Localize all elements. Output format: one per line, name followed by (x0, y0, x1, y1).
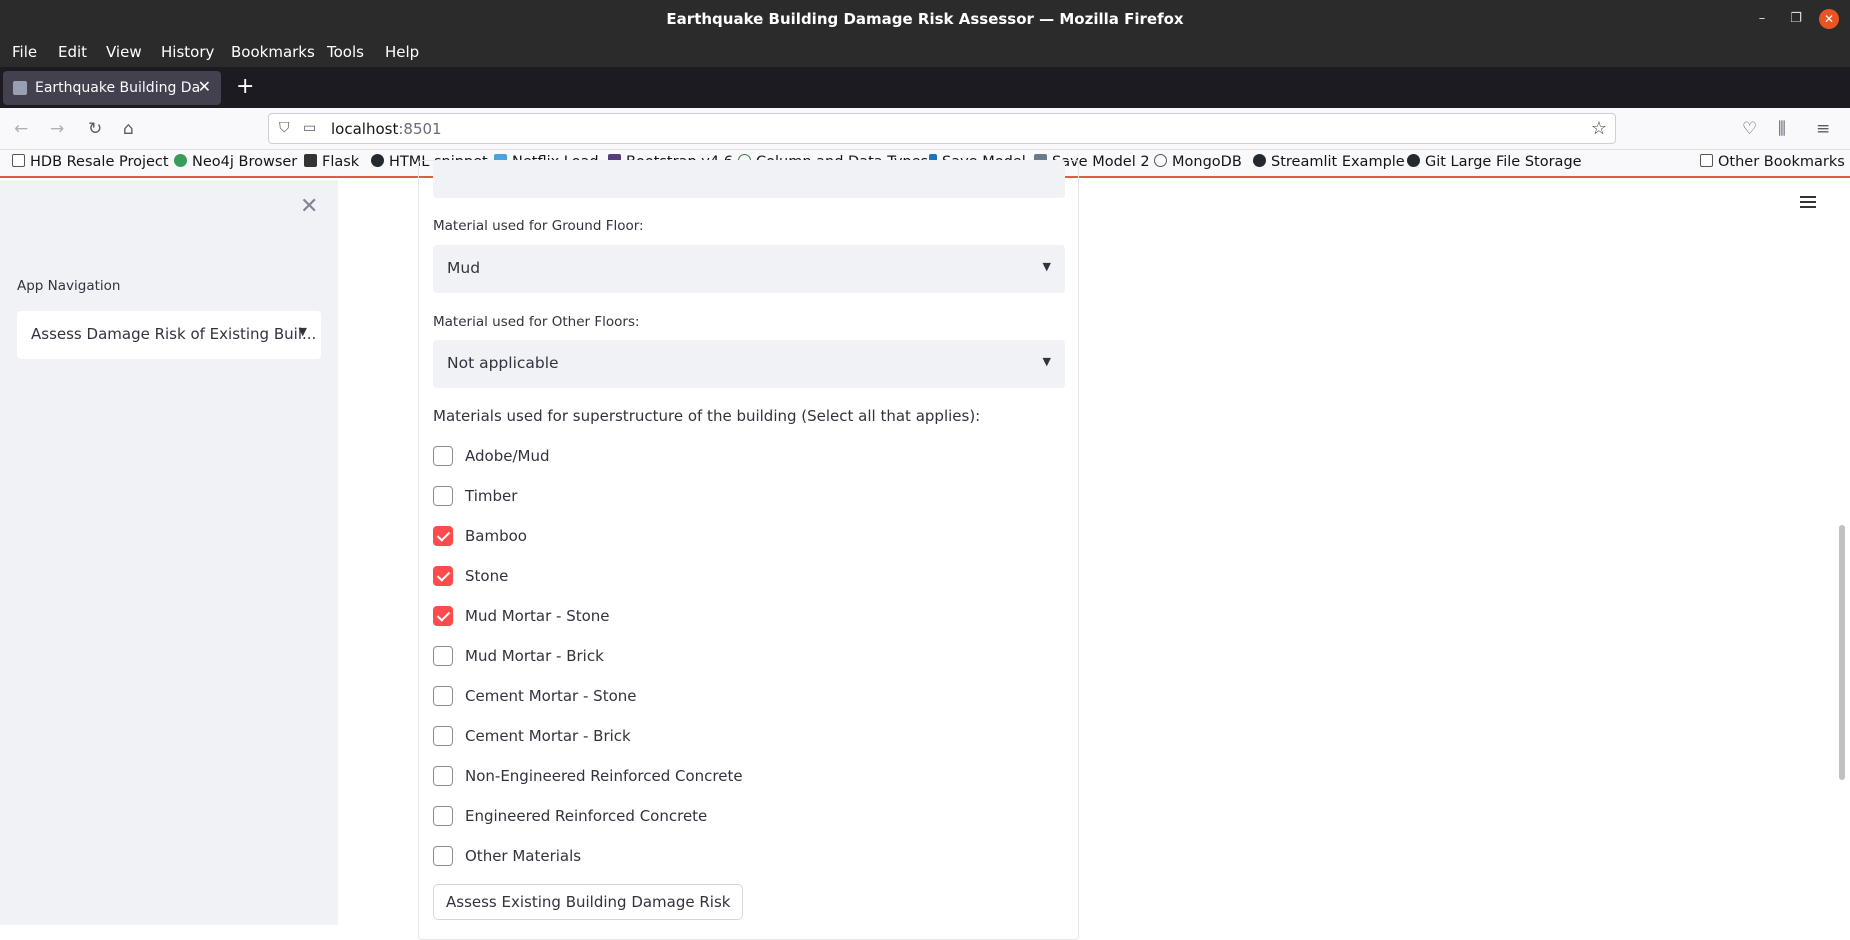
ground-floor-label: Material used for Ground Floor: (433, 218, 644, 234)
window-titlebar: Earthquake Building Damage Risk Assessor… (0, 0, 1850, 37)
bookmark-label: Git Large File Storage (1425, 154, 1582, 170)
checkbox-label: Mud Mortar - Stone (465, 607, 610, 625)
checkbox[interactable] (433, 486, 453, 506)
new-tab-icon[interactable]: + (236, 74, 254, 99)
checkbox-label: Engineered Reinforced Concrete (465, 807, 708, 825)
bookmark-streamlit-example[interactable]: Streamlit Example (1253, 154, 1405, 170)
checkbox-label: Non-Engineered Reinforced Concrete (465, 767, 743, 785)
github-icon (371, 154, 384, 167)
menu-file[interactable]: File (12, 43, 37, 61)
tab-strip: Earthquake Building Damage Risk Assessor… (0, 67, 1850, 108)
bookmark-hdb-resale[interactable]: HDB Resale Project (12, 154, 169, 170)
tab-label: Earthquake Building Damage Risk Assessor (35, 80, 200, 96)
pocket-icon[interactable]: ♡ (1742, 119, 1757, 139)
page-info-icon[interactable]: ▭ (303, 120, 316, 136)
menu-edit[interactable]: Edit (58, 43, 87, 61)
checkbox[interactable] (433, 766, 453, 786)
other-floors-value: Not applicable (447, 354, 559, 372)
assess-risk-button[interactable]: Assess Existing Building Damage Risk (433, 884, 744, 920)
bookmark-flask[interactable]: Flask (304, 154, 359, 170)
checkbox-label: Other Materials (465, 847, 582, 865)
url-host: localhost (331, 120, 399, 138)
library-icon[interactable]: ⫼ (1778, 119, 1786, 139)
checkbox-label: Adobe/Mud (465, 447, 550, 465)
bookmark-neo4j[interactable]: Neo4j Browser (174, 154, 297, 170)
bookmark-label: MongoDB (1172, 154, 1242, 170)
main-content: Material used for Ground Floor: Mud ▼ Ma… (338, 160, 1850, 940)
bookmark-label: Streamlit Example (1271, 154, 1405, 170)
tab-close-icon[interactable]: ✕ (198, 77, 211, 96)
checkbox[interactable] (433, 846, 453, 866)
menu-view[interactable]: View (106, 43, 142, 61)
folder-icon (12, 154, 25, 167)
checkbox-label: Mud Mortar - Brick (465, 647, 604, 665)
chevron-down-icon: ▼ (1042, 355, 1051, 368)
other-floors-label: Material used for Other Floors: (433, 314, 640, 330)
window-title: Earthquake Building Damage Risk Assessor… (666, 10, 1184, 28)
menu-bar: File Edit View History Bookmarks Tools H… (0, 37, 1850, 67)
chevron-down-icon: ▼ (298, 325, 307, 338)
checkbox-label: Timber (465, 487, 518, 505)
restore-icon[interactable]: ❐ (1786, 9, 1806, 29)
globe-icon (1154, 154, 1167, 167)
checkbox[interactable] (433, 446, 453, 466)
tab-favicon-icon (13, 81, 27, 95)
app-navigation-value: Assess Damage Risk of Existing Buil... (31, 325, 317, 343)
flask-icon (304, 154, 317, 167)
close-sidebar-icon[interactable]: ✕ (300, 194, 318, 219)
app-navigation-label: App Navigation (17, 278, 121, 294)
url-port: :8501 (398, 120, 442, 138)
bookmark-star-icon[interactable]: ☆ (1591, 118, 1607, 139)
github-icon (1407, 154, 1420, 167)
app-navigation-select[interactable]: Assess Damage Risk of Existing Buil... ▼ (17, 311, 321, 359)
bookmark-git-lfs[interactable]: Git Large File Storage (1407, 154, 1582, 170)
checkbox[interactable] (433, 686, 453, 706)
bookmark-label: Other Bookmarks (1718, 154, 1845, 170)
checkbox-label: Cement Mortar - Brick (465, 727, 631, 745)
github-icon (1253, 154, 1266, 167)
bookmark-label: Neo4j Browser (192, 154, 298, 170)
checkbox-label: Cement Mortar - Stone (465, 687, 637, 705)
checkbox-label: Stone (465, 567, 509, 585)
tracking-shield-icon[interactable]: ⛉ (279, 120, 290, 136)
app-menu-icon[interactable]: ≡ (1816, 119, 1830, 139)
page-scrollbar[interactable] (1839, 525, 1845, 780)
bookmark-label: HDB Resale Project (30, 154, 169, 170)
checkbox[interactable] (433, 606, 453, 626)
menu-help[interactable]: Help (385, 43, 419, 61)
url-text[interactable]: localhost:8501 (331, 120, 442, 138)
home-icon[interactable]: ⌂ (123, 119, 134, 139)
bookmark-mongodb[interactable]: MongoDB (1154, 154, 1242, 170)
bookmark-other[interactable]: Other Bookmarks (1700, 154, 1845, 170)
minimize-icon[interactable]: – (1752, 9, 1772, 29)
menu-history[interactable]: History (161, 43, 214, 61)
ground-floor-value: Mud (447, 259, 481, 277)
url-bar[interactable]: ⛉ ▭ localhost:8501 ☆ (268, 113, 1616, 144)
menu-bookmarks[interactable]: Bookmarks (231, 43, 315, 61)
neo4j-icon (174, 154, 187, 167)
other-floors-select[interactable]: Not applicable ▼ (433, 340, 1065, 388)
reload-icon[interactable]: ↻ (88, 119, 102, 139)
menu-tools[interactable]: Tools (327, 43, 364, 61)
sidebar: ✕ App Navigation Assess Damage Risk of E… (0, 180, 338, 925)
checkbox[interactable] (433, 806, 453, 826)
browser-tab[interactable]: Earthquake Building Damage Risk Assessor… (3, 71, 221, 105)
previous-select-field[interactable] (433, 160, 1065, 198)
folder-icon (1700, 154, 1713, 167)
chevron-down-icon: ▼ (1042, 260, 1051, 273)
forward-icon[interactable]: → (50, 119, 64, 139)
hamburger-menu-icon[interactable] (1800, 196, 1816, 208)
superstructure-label: Materials used for superstructure of the… (433, 407, 981, 425)
back-icon[interactable]: ← (14, 119, 28, 139)
checkbox[interactable] (433, 646, 453, 666)
checkbox[interactable] (433, 526, 453, 546)
close-window-icon[interactable]: ✕ (1819, 9, 1839, 29)
checkbox[interactable] (433, 566, 453, 586)
checkbox[interactable] (433, 726, 453, 746)
ground-floor-select[interactable]: Mud ▼ (433, 245, 1065, 293)
bookmark-label: Flask (322, 154, 360, 170)
navigation-bar: ← → ↻ ⌂ ⛉ ▭ localhost:8501 ☆ ♡ ⫼ ≡ (0, 108, 1850, 150)
checkbox-label: Bamboo (465, 527, 527, 545)
